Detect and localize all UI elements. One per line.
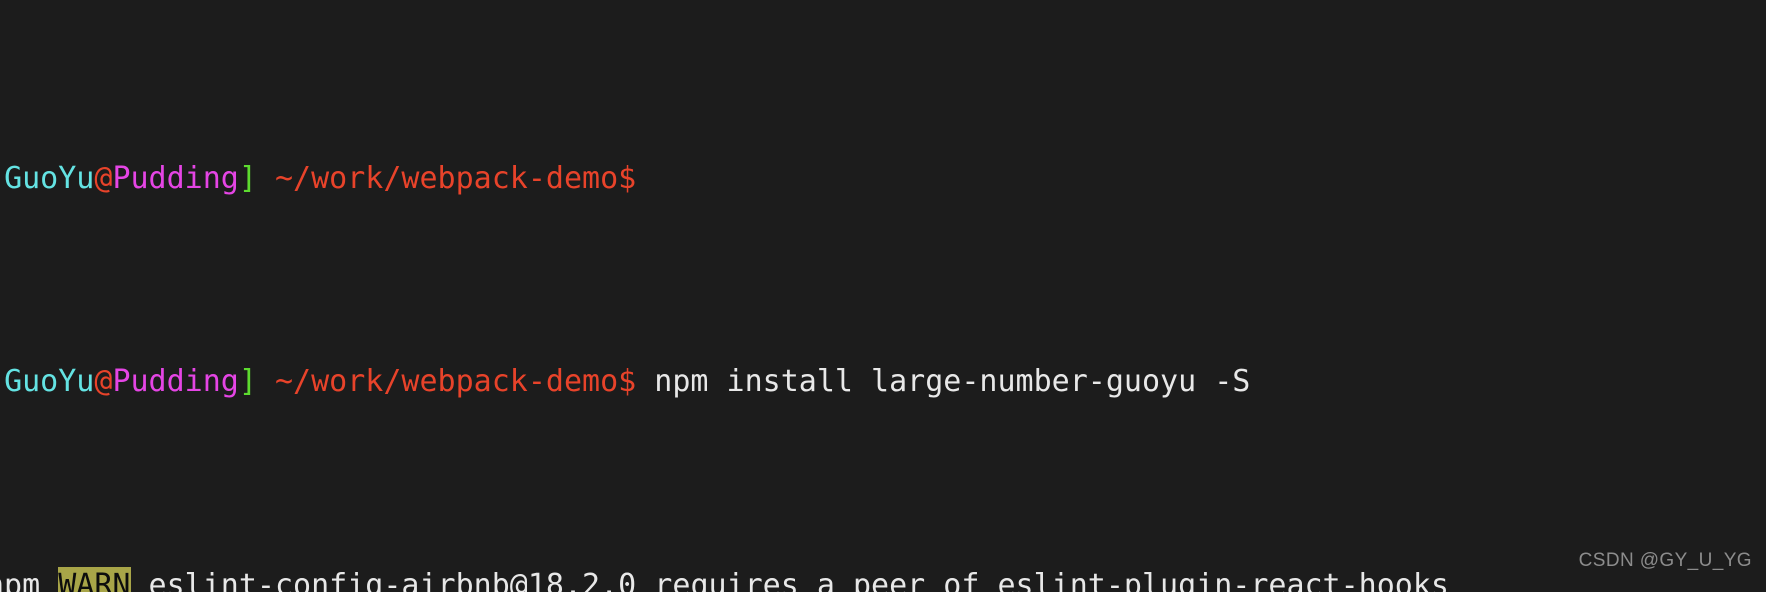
- prompt-space-1: [257, 161, 275, 196]
- prompt-user: GuoYu: [4, 160, 95, 196]
- terminal-line-warn-1: npm WARN eslint-config-airbnb@18.2.0 req…: [0, 566, 1766, 592]
- prompt-user: GuoYu: [4, 364, 95, 400]
- prompt-bracket-close: ]: [238, 160, 257, 196]
- terminal-line-prompt-empty: [GuoYu@Pudding] ~/work/webpack-demo$: [0, 159, 1766, 200]
- command-text: npm install large-number-guoyu -S: [636, 364, 1251, 400]
- csdn-watermark: CSDN @GY_U_YG: [1578, 550, 1752, 572]
- warn-message: eslint-config-airbnb@18.2.0 requires a p…: [130, 567, 1449, 592]
- npm-prefix: npm: [0, 567, 41, 592]
- prompt-bracket-close: ]: [238, 364, 257, 400]
- terminal-screen: [GuoYu@Pudding] ~/work/webpack-demo$ [Gu…: [0, 0, 1766, 592]
- prompt-at-symbol: @: [94, 160, 113, 196]
- terminal-line-command[interactable]: [GuoYu@Pudding] ~/work/webpack-demo$ npm…: [0, 362, 1766, 403]
- terminal-window[interactable]: [GuoYu@Pudding] ~/work/webpack-demo$ [Gu…: [0, 0, 1766, 592]
- prompt-path: ~/work/webpack-demo$: [275, 364, 637, 400]
- prompt-path: ~/work/webpack-demo$: [275, 160, 637, 196]
- prompt-space-2: [257, 364, 275, 399]
- warn-badge: WARN: [58, 566, 131, 592]
- prompt-host: Pudding: [112, 364, 239, 400]
- prompt-at-symbol: @: [94, 364, 113, 400]
- prompt-host: Pudding: [112, 160, 239, 196]
